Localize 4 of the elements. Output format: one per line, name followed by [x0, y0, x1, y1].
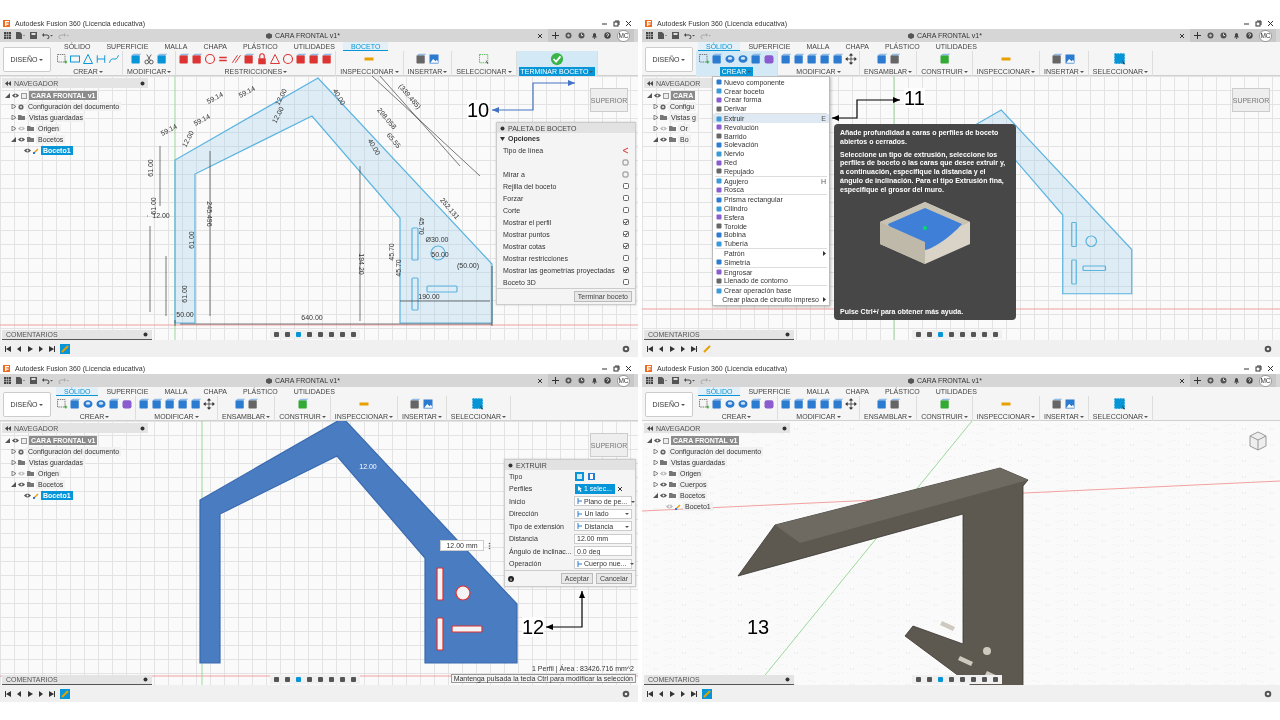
step-number: 12 [522, 617, 545, 637]
step-number: 11 [904, 88, 925, 108]
step-number: 13 [747, 617, 770, 637]
step-number: 10 [467, 100, 490, 120]
